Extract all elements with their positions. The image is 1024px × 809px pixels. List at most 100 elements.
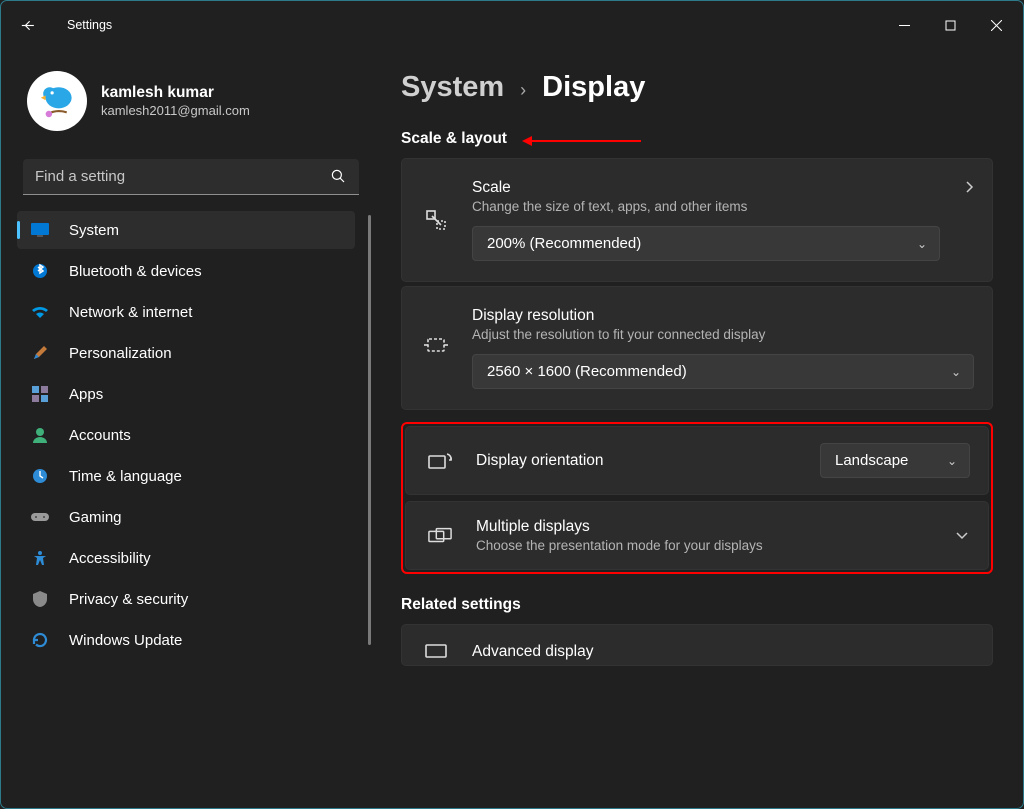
sidebar-item-label: System bbox=[69, 222, 119, 239]
setting-advanced-display[interactable]: Advanced display bbox=[401, 624, 993, 666]
minimize-icon bbox=[899, 20, 910, 31]
sidebar-item-personalization[interactable]: Personalization bbox=[17, 334, 355, 372]
setting-body: Multiple displays Choose the presentatio… bbox=[476, 518, 930, 553]
sidebar-item-time-language[interactable]: Time & language bbox=[17, 457, 355, 495]
sidebar-item-label: Bluetooth & devices bbox=[69, 263, 202, 280]
sidebar-item-label: Apps bbox=[69, 386, 103, 403]
accessibility-icon bbox=[31, 549, 49, 567]
minimize-button[interactable] bbox=[881, 5, 927, 45]
dropdown-value: Landscape bbox=[835, 452, 908, 469]
chevron-down-icon: ⌄ bbox=[947, 454, 957, 468]
section-heading-scale-layout: Scale & layout bbox=[401, 130, 993, 148]
chevron-down-icon: ⌄ bbox=[951, 365, 961, 379]
back-button[interactable] bbox=[5, 1, 49, 49]
setting-resolution[interactable]: Display resolution Adjust the resolution… bbox=[401, 286, 993, 410]
dropdown-value: 200% (Recommended) bbox=[487, 235, 641, 252]
breadcrumb-parent[interactable]: System bbox=[401, 71, 504, 104]
paintbrush-icon bbox=[31, 344, 49, 362]
search-icon bbox=[329, 167, 347, 190]
sidebar-item-label: Personalization bbox=[69, 345, 172, 362]
sidebar-item-bluetooth[interactable]: Bluetooth & devices bbox=[17, 252, 355, 290]
arrow-left-icon bbox=[19, 17, 36, 34]
setting-title: Scale bbox=[472, 179, 940, 197]
setting-multiple-displays[interactable]: Multiple displays Choose the presentatio… bbox=[405, 501, 989, 570]
search-input[interactable] bbox=[23, 159, 359, 195]
sidebar-item-windows-update[interactable]: Windows Update bbox=[17, 621, 355, 659]
scale-dropdown[interactable]: 200% (Recommended) ⌄ bbox=[472, 226, 940, 261]
card-right bbox=[964, 179, 974, 200]
resolution-icon bbox=[424, 337, 448, 353]
sidebar-item-label: Gaming bbox=[69, 509, 122, 526]
sidebar-item-privacy[interactable]: Privacy & security bbox=[17, 580, 355, 618]
setting-title: Display orientation bbox=[476, 452, 796, 470]
setting-title: Multiple displays bbox=[476, 518, 930, 536]
orientation-icon bbox=[428, 452, 452, 470]
orientation-dropdown[interactable]: Landscape ⌄ bbox=[820, 443, 970, 478]
setting-title: Advanced display bbox=[472, 643, 974, 661]
avatar bbox=[27, 71, 87, 131]
sidebar-item-label: Windows Update bbox=[69, 632, 182, 649]
close-button[interactable] bbox=[973, 5, 1019, 45]
scale-icon bbox=[424, 209, 448, 231]
section-heading-related: Related settings bbox=[401, 596, 993, 614]
display-icon bbox=[31, 221, 49, 239]
sidebar-item-label: Time & language bbox=[69, 468, 182, 485]
window-controls bbox=[881, 5, 1019, 45]
sidebar-item-gaming[interactable]: Gaming bbox=[17, 498, 355, 536]
annotation-arrow bbox=[531, 140, 641, 142]
sidebar-item-system[interactable]: System bbox=[17, 211, 355, 249]
setting-title: Display resolution bbox=[472, 307, 974, 325]
advanced-display-icon bbox=[424, 644, 448, 660]
content-pane: System › Display Scale & layout Scale Ch… bbox=[381, 49, 1023, 808]
chevron-right-icon bbox=[964, 179, 974, 200]
bluetooth-icon bbox=[31, 262, 49, 280]
sidebar-item-accounts[interactable]: Accounts bbox=[17, 416, 355, 454]
clock-globe-icon bbox=[31, 467, 49, 485]
user-email: kamlesh2011@gmail.com bbox=[101, 103, 250, 118]
card-right bbox=[954, 527, 970, 545]
setting-body: Display resolution Adjust the resolution… bbox=[472, 307, 974, 389]
user-info: kamlesh kumar kamlesh2011@gmail.com bbox=[101, 84, 250, 118]
setting-orientation[interactable]: Display orientation Landscape ⌄ bbox=[405, 426, 989, 495]
sidebar-item-label: Privacy & security bbox=[69, 591, 188, 608]
user-card[interactable]: kamlesh kumar kamlesh2011@gmail.com bbox=[17, 59, 365, 149]
breadcrumb-current: Display bbox=[542, 71, 645, 104]
section-heading-label: Scale & layout bbox=[401, 130, 507, 147]
sidebar-item-label: Accounts bbox=[69, 427, 131, 444]
nav-list: System Bluetooth & devices Network & int… bbox=[17, 211, 365, 659]
setting-body: Scale Change the size of text, apps, and… bbox=[472, 179, 940, 261]
scrollbar[interactable] bbox=[368, 215, 371, 645]
person-icon bbox=[31, 426, 49, 444]
close-icon bbox=[991, 20, 1002, 31]
gamepad-icon bbox=[31, 508, 49, 526]
shield-icon bbox=[31, 590, 49, 608]
chevron-right-icon: › bbox=[520, 80, 526, 101]
setting-subtitle: Change the size of text, apps, and other… bbox=[472, 199, 940, 214]
sidebar: kamlesh kumar kamlesh2011@gmail.com Syst… bbox=[1, 49, 381, 808]
breadcrumb: System › Display bbox=[401, 71, 993, 104]
update-icon bbox=[31, 631, 49, 649]
setting-body: Display orientation bbox=[476, 452, 796, 470]
setting-subtitle: Choose the presentation mode for your di… bbox=[476, 538, 930, 553]
wifi-icon bbox=[31, 303, 49, 321]
resolution-dropdown[interactable]: 2560 × 1600 (Recommended) ⌄ bbox=[472, 354, 974, 389]
setting-scale[interactable]: Scale Change the size of text, apps, and… bbox=[401, 158, 993, 282]
annotation-highlight-box: Display orientation Landscape ⌄ Multiple… bbox=[401, 422, 993, 574]
setting-subtitle: Adjust the resolution to fit your connec… bbox=[472, 327, 974, 342]
sidebar-item-apps[interactable]: Apps bbox=[17, 375, 355, 413]
setting-body: Advanced display bbox=[472, 643, 974, 661]
sidebar-item-label: Network & internet bbox=[69, 304, 192, 321]
chevron-down-icon: ⌄ bbox=[917, 237, 927, 251]
titlebar: Settings bbox=[1, 1, 1023, 49]
apps-grid-icon bbox=[31, 385, 49, 403]
chevron-down-icon bbox=[954, 527, 970, 545]
search-wrap bbox=[23, 159, 359, 195]
user-name: kamlesh kumar bbox=[101, 84, 250, 102]
multiple-displays-icon bbox=[428, 527, 452, 545]
maximize-icon bbox=[945, 20, 956, 31]
sidebar-item-label: Accessibility bbox=[69, 550, 151, 567]
sidebar-item-network[interactable]: Network & internet bbox=[17, 293, 355, 331]
maximize-button[interactable] bbox=[927, 5, 973, 45]
sidebar-item-accessibility[interactable]: Accessibility bbox=[17, 539, 355, 577]
dropdown-value: 2560 × 1600 (Recommended) bbox=[487, 363, 687, 380]
